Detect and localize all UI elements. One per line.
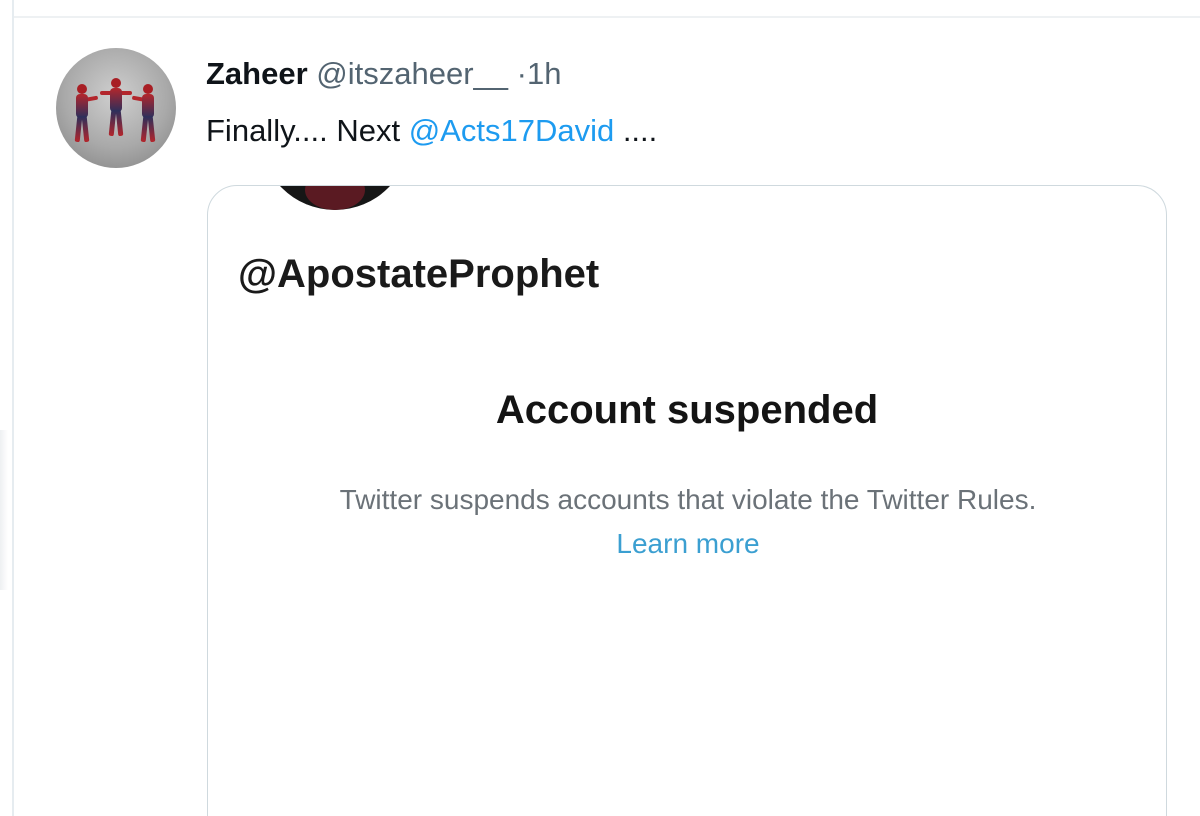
tweet-header: Zaheer @itszaheer__ ·1h bbox=[206, 56, 561, 92]
edge-shadow bbox=[0, 430, 8, 590]
separator-dot: · bbox=[516, 56, 527, 91]
suspended-description-text: Twitter suspends accounts that violate t… bbox=[339, 484, 1037, 515]
timestamp[interactable]: 1h bbox=[527, 56, 561, 91]
avatar-figure-right bbox=[131, 84, 156, 144]
tweet-text-before: Finally.... Next bbox=[206, 113, 409, 148]
display-name[interactable]: Zaheer bbox=[206, 56, 308, 91]
tweet-text: Finally.... Next @Acts17David .... bbox=[206, 112, 657, 150]
tweet-view: Zaheer @itszaheer__ ·1h Finally.... Next… bbox=[0, 0, 1200, 816]
avatar-figure-center bbox=[100, 78, 132, 138]
tweet-text-after: .... bbox=[614, 113, 658, 148]
divider bbox=[14, 16, 1200, 18]
timeline-border bbox=[12, 0, 14, 816]
suspended-description: Twitter suspends accounts that violate t… bbox=[318, 478, 1058, 566]
avatar-figure-left bbox=[74, 84, 99, 144]
avatar[interactable] bbox=[56, 48, 176, 168]
user-handle[interactable]: @itszaheer__ bbox=[316, 56, 508, 91]
media-card[interactable]: @ApostateProphet Account suspended Twitt… bbox=[207, 185, 1167, 816]
mention-link[interactable]: @Acts17David bbox=[409, 113, 615, 148]
avatar-face bbox=[305, 186, 365, 210]
suspended-account-avatar bbox=[260, 186, 410, 210]
suspended-title: Account suspended bbox=[495, 388, 879, 432]
suspended-handle: @ApostateProphet bbox=[238, 252, 600, 296]
learn-more-link[interactable]: Learn more bbox=[616, 528, 759, 559]
